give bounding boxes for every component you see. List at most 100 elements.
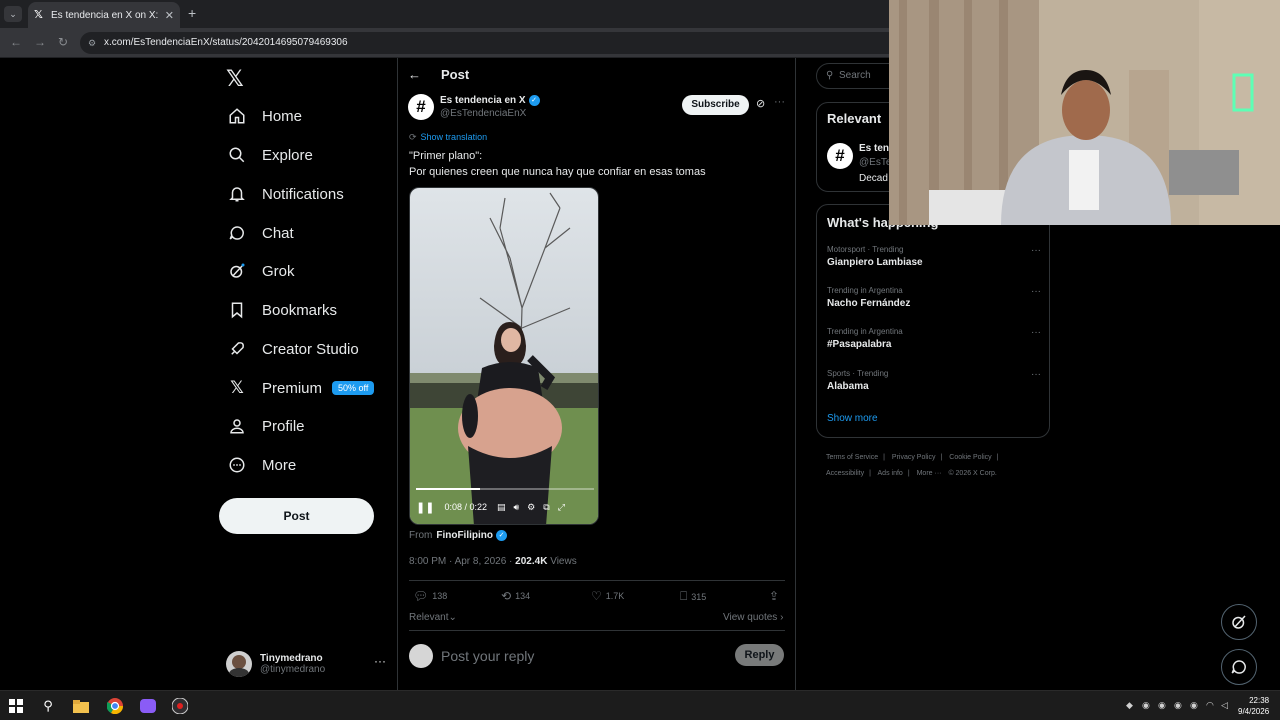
taskbar-clock[interactable]: 22:38 9/4/2026 [1238, 695, 1269, 717]
trend-item[interactable]: Motorsport · Trending Gianpiero Lambiase… [827, 245, 1041, 268]
source-name[interactable]: FinoFilipino [436, 530, 493, 541]
footer-link[interactable]: Privacy Policy [892, 454, 936, 461]
grok-icon [226, 260, 248, 282]
reply-action[interactable]: 💬︎ 138 [413, 589, 447, 603]
post-text-line: Por quienes creen que nunca hay que conf… [409, 166, 706, 178]
url-field[interactable]: ⚙ x.com/EsTendenciaEnX/status/2042014695… [80, 32, 910, 54]
reply-sort-dropdown[interactable]: Relevant⌄ [409, 612, 457, 623]
reply-button[interactable]: Reply [735, 644, 784, 666]
trend-more-icon[interactable]: ··· [1031, 286, 1041, 297]
trend-item[interactable]: Sports · Trending Alabama ··· [827, 369, 1041, 392]
footer-link[interactable]: Terms of Service [826, 454, 878, 461]
discord-icon[interactable] [137, 696, 159, 716]
author-handle[interactable]: @EsTendenciaEnX [440, 108, 526, 119]
author-name-row[interactable]: Es tendencia en X ✓ [440, 95, 540, 106]
nav-item-profile[interactable]: Profile [226, 411, 305, 441]
file-explorer-icon[interactable] [70, 696, 92, 716]
trend-item[interactable]: Trending in Argentina #Pasapalabra ··· [827, 327, 1041, 350]
pause-icon[interactable]: ❚❚ [416, 501, 434, 514]
reply-sort-label: Relevant [409, 612, 449, 623]
windows-start-icon[interactable] [5, 696, 27, 716]
nav-item-grok[interactable]: Grok [226, 256, 295, 286]
nav-item-creator-studio[interactable]: Creator Studio [226, 334, 359, 364]
volume-icon[interactable]: ◁ [1221, 700, 1228, 711]
tab-close-icon[interactable]: ✕ [165, 9, 174, 22]
tray-icon[interactable]: ◉ [1190, 700, 1198, 711]
reload-icon[interactable]: ↻ [58, 35, 68, 49]
footer-link[interactable]: Ads info [878, 470, 903, 477]
chat-floating-button[interactable] [1221, 649, 1257, 685]
repost-action[interactable]: ⟲ 134 [501, 589, 530, 603]
grok-floating-button[interactable] [1221, 604, 1257, 640]
footer-separator: | [996, 454, 999, 461]
trend-more-icon[interactable]: ··· [1031, 245, 1041, 256]
video-source: From FinoFilipino ✓ [409, 530, 507, 541]
nav-item-home[interactable]: Home [226, 101, 302, 131]
verified-badge-icon: ✓ [496, 530, 507, 541]
author-avatar[interactable]: # [408, 94, 434, 120]
video-player[interactable]: ❚❚ 0:08 / 0:22 ▤ 🔊︎ ⚙ ⧉ ⤢ [409, 187, 599, 525]
fullscreen-icon[interactable]: ⤢ [558, 502, 565, 513]
search-icon[interactable]: ⚲ [37, 696, 59, 716]
back-arrow-icon[interactable]: ← [408, 67, 421, 82]
trend-item[interactable]: Trending in Argentina Nacho Fernández ··… [827, 286, 1041, 309]
site-info-icon[interactable]: ⚙ [88, 32, 96, 54]
search-icon [226, 144, 248, 166]
nav-item-notifications[interactable]: Notifications [226, 179, 344, 209]
wifi-icon[interactable]: ◠ [1206, 700, 1214, 711]
nav-item-bookmarks[interactable]: Bookmarks [226, 295, 337, 325]
trend-more-icon[interactable]: ··· [1031, 327, 1041, 338]
trend-title: Alabama [827, 381, 869, 392]
new-tab-button[interactable]: + [188, 5, 196, 21]
more-icon [226, 454, 248, 476]
trend-more-icon[interactable]: ··· [1031, 369, 1041, 380]
repost-count: 134 [515, 591, 531, 601]
account-more-icon[interactable]: ··· [374, 654, 386, 668]
like-action[interactable]: ♡ 1.7K [591, 589, 624, 603]
back-arrow-icon[interactable]: ← [10, 35, 22, 49]
settings-icon[interactable]: ⚙ [527, 502, 535, 513]
nav-item-premium[interactable]: 𝕏 Premium 50% off [226, 373, 375, 403]
tray-nvidia-icon[interactable]: ◆ [1126, 700, 1133, 711]
tray-icon[interactable]: ◉ [1142, 700, 1150, 711]
nav-item-more[interactable]: More [226, 450, 296, 480]
verified-badge-icon: ✓ [528, 95, 540, 106]
nav-label-home: Home [262, 107, 303, 125]
view-quotes-link[interactable]: View quotes › [723, 612, 783, 623]
reply-input[interactable]: Post your reply [441, 648, 534, 664]
share-action[interactable]: ⇪ [769, 589, 783, 603]
post-timestamp[interactable]: 8:00 PM · Apr 8, 2026 · [409, 556, 515, 567]
relevant-avatar[interactable]: # [827, 143, 853, 169]
tray-icon[interactable]: ◉ [1158, 700, 1166, 711]
footer-link[interactable]: Cookie Policy [949, 454, 991, 461]
account-switcher[interactable]: Tinymedrano @tinymedrano ··· [226, 646, 386, 682]
tab-search-button[interactable]: ⌄ [4, 6, 22, 22]
footer-link[interactable]: Accessibility [826, 470, 864, 477]
obs-icon[interactable] [169, 696, 191, 716]
tray-icon[interactable]: ◉ [1174, 700, 1182, 711]
taskbar: ⚲ ◆ ◉ ◉ ◉ ◉ ◠ ◁ 22:38 9/4/2026 [0, 690, 1280, 720]
grok-icon[interactable]: ⊘ [756, 97, 765, 110]
trend-title: #Pasapalabra [827, 339, 892, 350]
show-translation-label: Show translation [420, 132, 488, 142]
nav-item-explore[interactable]: Explore [226, 140, 313, 170]
nav-label-bookmarks: Bookmarks [262, 301, 338, 319]
show-more-link[interactable]: Show more [827, 413, 878, 424]
trend-title: Gianpiero Lambiase [827, 257, 923, 268]
chevron-down-icon: ⌄ [448, 612, 457, 623]
nav-item-chat[interactable]: Chat [226, 218, 294, 248]
footer-link[interactable]: More ··· [917, 470, 942, 477]
post-more-icon[interactable]: ··· [774, 96, 785, 108]
forward-arrow-icon[interactable]: → [34, 35, 46, 49]
captions-icon[interactable]: ▤ [497, 502, 506, 513]
pip-icon[interactable]: ⧉ [543, 502, 549, 513]
post-button[interactable]: Post [219, 498, 374, 534]
browser-tab[interactable]: 𝕏 Es tendencia en X on X: ""Prime ✕ [28, 2, 180, 28]
volume-icon[interactable]: 🔊︎ [514, 502, 520, 513]
subscribe-button[interactable]: Subscribe [682, 95, 749, 115]
chrome-icon[interactable] [104, 696, 126, 716]
x-logo-icon[interactable]: 𝕏 [226, 66, 244, 92]
relevant-name[interactable]: Es ten [859, 143, 889, 154]
bookmark-action[interactable]: ⎕ 315 [680, 589, 706, 604]
show-translation-link[interactable]: ⟳ Show translation [409, 132, 487, 143]
